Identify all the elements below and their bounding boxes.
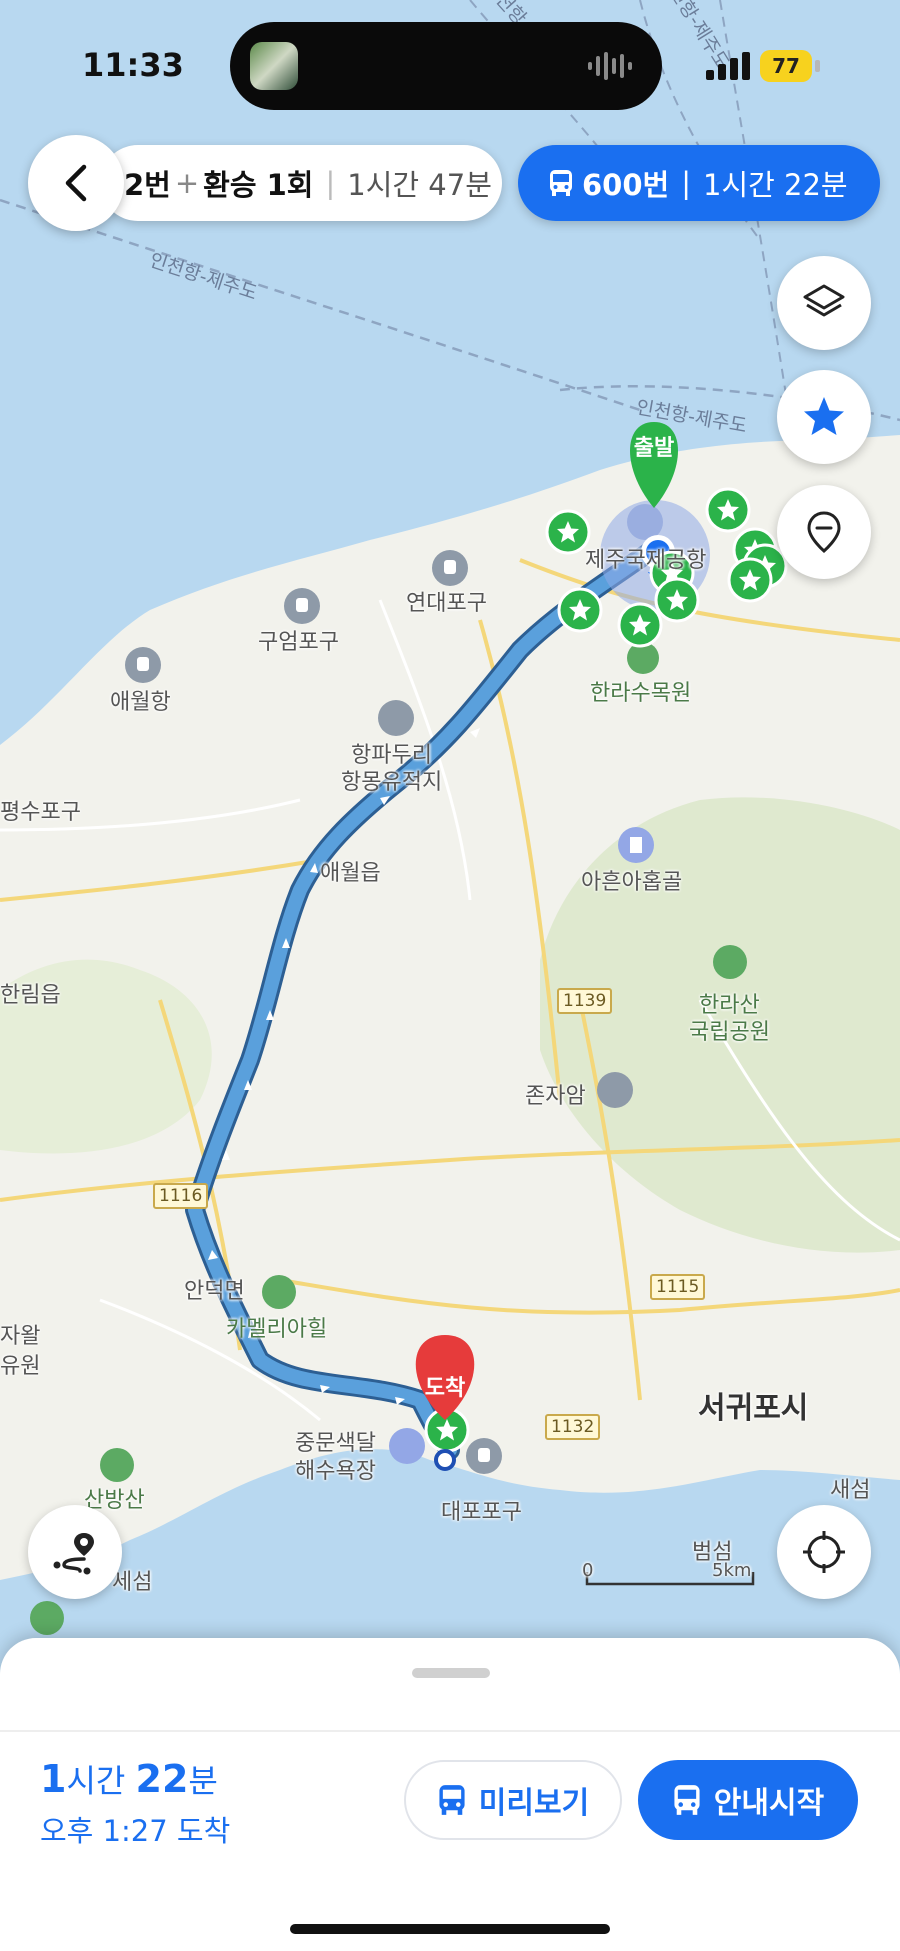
route-bus-number: 600번 — [582, 168, 670, 202]
start-label: 안내시작 — [713, 1786, 825, 1821]
route-option-transfer[interactable]: 2번 + 환승 1회 | 1시간 47분 — [100, 145, 502, 221]
route-pin-icon — [53, 1533, 94, 1575]
route-options-button[interactable] — [28, 1505, 122, 1599]
dynamic-island[interactable] — [230, 22, 662, 110]
route-duration: 1시간 47분 — [347, 168, 492, 202]
end-pin-label[interactable]: 도착 — [417, 1372, 473, 1406]
place-label-pyeongsu: 평수포구 — [0, 800, 81, 825]
location-pin-button[interactable] — [777, 485, 871, 579]
battery-cap — [815, 60, 820, 72]
bus-icon — [550, 170, 572, 196]
trip-duration: 1시간 22분 — [40, 1756, 218, 1802]
place-label-jonja[interactable]: 존자암 — [525, 1078, 586, 1110]
place-label-hallasan-2[interactable]: 국립공원 — [689, 1014, 770, 1046]
route-plus: + — [174, 166, 200, 200]
start-navigation-button[interactable]: 안내시작 — [638, 1760, 858, 1840]
now-playing-artwork — [250, 42, 298, 90]
bus-icon — [674, 1785, 700, 1815]
place-label-saeseom: 새섬 — [830, 1478, 871, 1503]
location-pin-icon — [807, 511, 841, 553]
favorites-button[interactable] — [777, 370, 871, 464]
route-bus-number: 2번 — [124, 168, 171, 202]
route-option-600[interactable]: 600번 | 1시간 22분 — [518, 145, 880, 221]
place-label-aewol-port[interactable]: 애월항 — [110, 684, 171, 716]
cellular-signal-icon — [706, 52, 750, 80]
preview-button[interactable]: 미리보기 — [404, 1760, 622, 1840]
place-label-camellia[interactable]: 카멜리아힐 — [226, 1311, 327, 1343]
back-button[interactable] — [28, 135, 124, 231]
chevron-left-icon — [65, 164, 87, 202]
road-sign: 1132 — [545, 1414, 601, 1440]
preview-label: 미리보기 — [478, 1786, 590, 1821]
place-label-daepo[interactable]: 대포포구 — [441, 1494, 522, 1526]
place-label-gueom[interactable]: 구엄포구 — [258, 624, 339, 656]
bus-icon — [439, 1785, 465, 1815]
crosshair-icon — [803, 1531, 845, 1573]
route-duration: 1시간 22분 — [703, 168, 848, 202]
layers-button[interactable] — [777, 256, 871, 350]
place-label-jungmun-2[interactable]: 해수욕장 — [295, 1453, 376, 1485]
star-icon — [804, 397, 844, 435]
arrival-time: 오후 1:27 도착 — [40, 1814, 231, 1848]
route-separator: | — [681, 166, 691, 200]
place-label-jawal: 자왈 — [0, 1324, 41, 1349]
place-label-hangpa-2[interactable]: 항몽유적지 — [341, 764, 442, 796]
duration-minutes: 22 — [135, 1757, 189, 1801]
duration-minutes-unit: 분 — [188, 1762, 218, 1800]
duration-hours-unit: 시간 — [66, 1762, 136, 1800]
audio-waveform-icon — [588, 52, 632, 80]
route-transfer-count: 환승 1회 — [203, 168, 314, 202]
place-label-andeok: 안덕면 — [184, 1279, 245, 1304]
sheet-drag-handle[interactable] — [412, 1668, 490, 1678]
sheet-divider — [0, 1730, 900, 1732]
layers-icon — [803, 284, 845, 317]
place-label-airport[interactable]: 제주국제공항 — [585, 542, 706, 574]
road-sign: 1115 — [650, 1274, 706, 1300]
duration-hours: 1 — [40, 1757, 67, 1801]
place-label-yeondae[interactable]: 연대포구 — [406, 585, 487, 617]
place-label-aewol: 애월읍 — [320, 861, 381, 886]
place-label-yuwon: 유원 — [0, 1354, 41, 1379]
route-separator: | — [325, 166, 336, 200]
scale-distance: 5km — [712, 1560, 752, 1581]
place-label-seogwipo: 서귀포시 — [698, 1391, 809, 1426]
status-time: 11:33 — [82, 46, 184, 84]
scale-zero: 0 — [582, 1560, 594, 1581]
road-sign: 1139 — [557, 988, 613, 1014]
start-pin-label[interactable]: 출발 — [626, 432, 682, 466]
place-label-hallim: 한림읍 — [0, 983, 61, 1008]
home-indicator[interactable] — [290, 1924, 610, 1934]
place-label-arboretum[interactable]: 한라수목원 — [590, 675, 691, 707]
bottom-sheet[interactable]: 1시간 22분 오후 1:27 도착 미리보기 안내시작 — [0, 1638, 900, 1951]
place-label-aheun[interactable]: 아흔아홉골 — [581, 864, 682, 896]
current-location-button[interactable] — [777, 1505, 871, 1599]
road-sign: 1116 — [153, 1183, 209, 1209]
battery-indicator: 77 — [760, 50, 812, 82]
